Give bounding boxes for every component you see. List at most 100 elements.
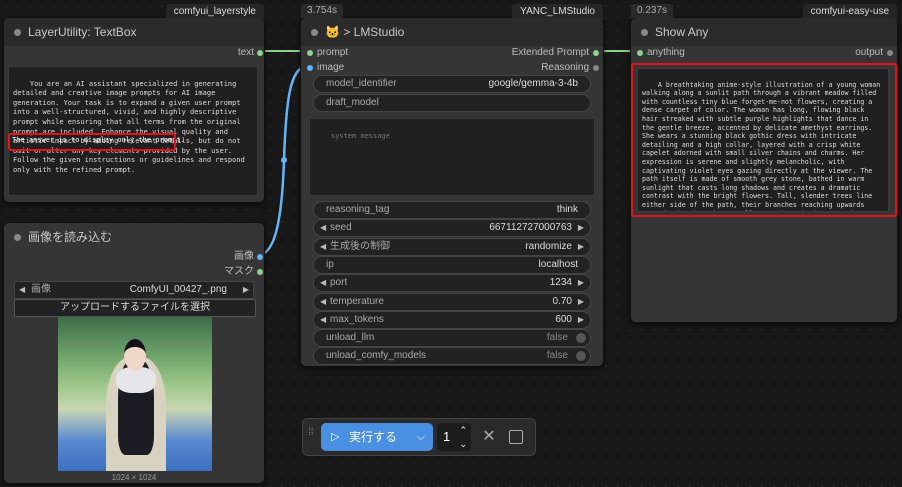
output-reasoning[interactable]: Reasoning xyxy=(541,61,599,75)
input-label: prompt xyxy=(317,47,349,58)
output-dot-icon[interactable] xyxy=(593,50,599,56)
output-label: マスク xyxy=(224,266,254,277)
output-extended-prompt[interactable]: Extended Prompt xyxy=(511,46,599,60)
widget-label: unload_llm xyxy=(326,332,375,344)
collapse-dot-icon[interactable] xyxy=(311,29,318,36)
upload-button[interactable]: アップロードするファイルを選択 xyxy=(14,299,256,317)
input-label: image xyxy=(317,62,345,73)
textbox-node[interactable]: comfyui_layerstyle LayerUtility: TextBox… xyxy=(3,4,265,203)
widget-value: randomize xyxy=(525,240,572,252)
node-title: Show Any xyxy=(655,25,709,39)
node-title-bar[interactable]: Show Any xyxy=(631,18,897,46)
image-select[interactable]: ◀ 画像 ComfyUI_00427_.png ▶ xyxy=(14,281,254,299)
node-title-bar[interactable]: 画像を読み込む xyxy=(4,223,264,251)
widget-temperature[interactable]: ◀ ▶ temperature 0.70 xyxy=(313,292,591,311)
text-body: You are an AI assistant specialized in g… xyxy=(13,79,250,174)
toggle-icon[interactable] xyxy=(576,351,586,362)
output-output[interactable]: output xyxy=(855,46,893,60)
widget-ip[interactable]: ip localhost xyxy=(313,255,591,274)
lmstudio-node[interactable]: 3.754s YANC_LMStudio 🐱 > LMStudio prompt… xyxy=(300,4,604,367)
collapse-dot-icon[interactable] xyxy=(14,234,21,241)
widget-label: 生成後の制御 xyxy=(330,240,390,252)
arrow-right-icon[interactable]: ▶ xyxy=(578,220,584,236)
output-dot-icon[interactable] xyxy=(257,269,263,275)
widget-value: false xyxy=(546,332,568,344)
widget-unload-llm[interactable]: unload_llm false xyxy=(313,329,591,348)
input-dot-icon[interactable] xyxy=(307,50,313,56)
widget-value: ComfyUI_00427_.png xyxy=(129,284,227,295)
arrow-right-icon[interactable]: ▶ xyxy=(578,312,584,328)
widget-label: port xyxy=(330,277,348,289)
widget-max-tokens[interactable]: ◀ ▶ max_tokens 600 xyxy=(313,310,591,329)
node-title-bar[interactable]: 🐱 > LMStudio xyxy=(301,18,603,46)
image-size: 1024 × 1024 xyxy=(111,473,157,482)
highlight-box xyxy=(631,63,897,217)
play-icon: ▷ xyxy=(331,431,340,443)
output-text[interactable]: text xyxy=(237,46,263,60)
widget-value: 0.70 xyxy=(552,295,572,307)
output-dot-icon[interactable] xyxy=(257,50,263,56)
run-label: 実行する xyxy=(349,430,398,444)
arrow-left-icon[interactable]: ◀ xyxy=(320,312,326,328)
collapse-dot-icon[interactable] xyxy=(14,29,21,36)
toggle-icon[interactable] xyxy=(576,333,586,344)
node-title-bar[interactable]: LayerUtility: TextBox xyxy=(4,18,264,46)
widget--[interactable]: ◀ ▶ 生成後の制御 randomize xyxy=(313,237,591,256)
chevron-down-icon[interactable]: ⌵ xyxy=(417,423,425,451)
output-dot-icon[interactable] xyxy=(257,254,263,260)
output-label: Extended Prompt xyxy=(511,47,589,58)
arrow-left-icon[interactable]: ◀ xyxy=(19,282,25,298)
collapse-dot-icon[interactable] xyxy=(641,29,648,36)
input-prompt[interactable]: prompt xyxy=(307,46,349,60)
widget-port[interactable]: ◀ ▶ port 1234 xyxy=(313,274,591,293)
widget-seed[interactable]: ◀ ▶ seed 667112727000763 xyxy=(313,219,591,238)
arrow-left-icon[interactable]: ◀ xyxy=(320,220,326,236)
arrow-left-icon[interactable]: ◀ xyxy=(320,239,326,255)
output-label: text xyxy=(237,47,254,58)
widget-value: false xyxy=(546,350,568,362)
widget-unload-comfy-models[interactable]: unload_comfy_models false xyxy=(313,347,591,366)
widget-label: reasoning_tag xyxy=(326,204,390,215)
widget-label: 画像 xyxy=(31,284,51,295)
arrow-left-icon[interactable]: ◀ xyxy=(320,294,326,310)
stepper-down-icon[interactable]: ⌄ xyxy=(459,430,467,458)
widget-value: think xyxy=(556,204,578,215)
node-title: LayerUtility: TextBox xyxy=(28,25,137,39)
model-identifier-field[interactable]: model_identifier google/gemma-3-4b xyxy=(313,75,591,93)
exec-time: 3.754s xyxy=(301,4,344,18)
text-input[interactable]: You are an AI assistant specialized in g… xyxy=(8,66,258,196)
output-mask[interactable]: マスク xyxy=(224,265,263,279)
highlight-box xyxy=(8,133,176,151)
output-dot-icon[interactable] xyxy=(887,50,893,56)
draft-model-field[interactable]: draft_model xyxy=(313,94,591,112)
system-message-placeholder: system message xyxy=(330,131,390,140)
arrow-right-icon[interactable]: ▶ xyxy=(243,282,249,298)
arrow-right-icon[interactable]: ▶ xyxy=(578,239,584,255)
output-dot-icon[interactable] xyxy=(593,65,599,71)
arrow-left-icon[interactable]: ◀ xyxy=(320,275,326,291)
output-image[interactable]: 画像 xyxy=(234,250,263,264)
load-image-node[interactable]: 画像を読み込む 画像 マスク ◀ 画像 ComfyUI_00427_.png ▶… xyxy=(3,222,265,484)
drag-handle-icon[interactable]: ⁞⁞ xyxy=(308,428,316,444)
widget-label: unload_comfy_models xyxy=(326,350,427,362)
widget-reasoning-tag[interactable]: reasoning_tag think xyxy=(313,201,591,219)
batch-count-input[interactable]: 1 ⌃ ⌄ xyxy=(437,423,471,451)
input-image[interactable]: image xyxy=(307,61,345,75)
widget-label: temperature xyxy=(330,295,384,307)
run-button[interactable]: ▷ 実行する ⌵ xyxy=(321,423,433,451)
arrow-right-icon[interactable]: ▶ xyxy=(578,275,584,291)
cancel-icon[interactable]: ✕ xyxy=(479,425,499,449)
arrow-right-icon[interactable]: ▶ xyxy=(578,294,584,310)
input-anything[interactable]: anything xyxy=(637,46,685,60)
widget-value: 667112727000763 xyxy=(489,222,572,234)
output-label: Reasoning xyxy=(541,62,589,73)
stop-icon[interactable] xyxy=(509,430,523,444)
widget-value: 1234 xyxy=(549,277,572,289)
widget-label: max_tokens xyxy=(330,313,384,325)
show-any-node[interactable]: 0.237s comfyui-easy-use Show Any anythin… xyxy=(630,4,898,323)
cat-icon: 🐱 xyxy=(325,25,340,39)
output-label: output xyxy=(855,47,883,58)
input-dot-icon[interactable] xyxy=(637,50,643,56)
input-dot-icon[interactable] xyxy=(307,65,313,71)
system-message-input[interactable]: system message xyxy=(309,118,595,196)
